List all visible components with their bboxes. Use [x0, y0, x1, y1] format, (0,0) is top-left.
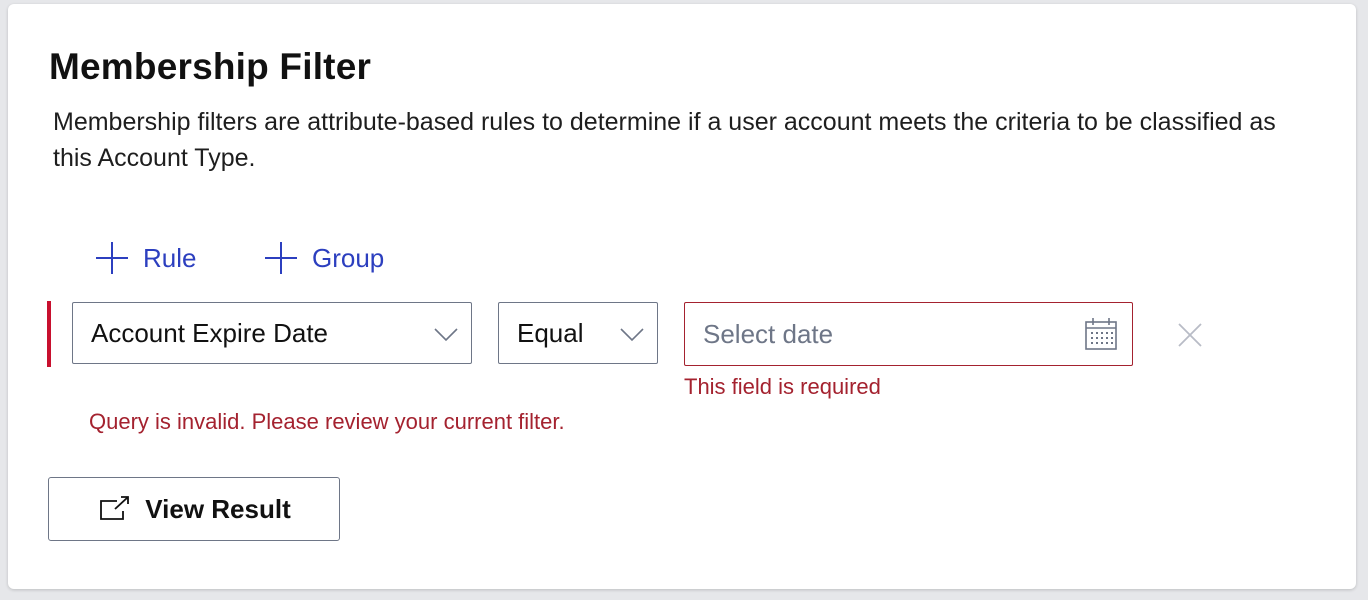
- add-group-button[interactable]: Group: [264, 236, 384, 280]
- rule-error-indicator: [47, 301, 51, 367]
- section-title: Membership Filter: [49, 46, 372, 87]
- rule-field-value: Account Expire Date: [91, 317, 329, 348]
- date-picker: [684, 302, 1133, 366]
- add-group-label: Group: [312, 242, 385, 273]
- section-description: Membership filters are attribute-based r…: [53, 108, 1276, 172]
- plus-icon: [96, 242, 128, 274]
- add-rule-button[interactable]: Rule: [95, 236, 196, 280]
- view-result-button[interactable]: View Result: [48, 477, 340, 541]
- date-field-error: This field is required: [684, 374, 881, 399]
- rule-operator-select[interactable]: Equal: [498, 302, 658, 364]
- query-error-message: Query is invalid. Please review your cur…: [89, 409, 565, 434]
- membership-filter-card: Membership Filter Membership filters are…: [8, 4, 1356, 589]
- chevron-down-icon: [434, 328, 458, 342]
- date-input[interactable]: [701, 303, 1065, 365]
- chevron-down-icon: [620, 328, 644, 342]
- close-icon[interactable]: [1175, 320, 1205, 350]
- plus-icon: [265, 242, 297, 274]
- calendar-icon[interactable]: [1084, 317, 1118, 351]
- rule-field-select[interactable]: Account Expire Date: [72, 302, 472, 364]
- add-rule-label: Rule: [143, 242, 197, 273]
- view-result-label: View Result: [145, 493, 291, 524]
- external-link-icon: [100, 496, 130, 520]
- rule-operator-value: Equal: [517, 317, 584, 348]
